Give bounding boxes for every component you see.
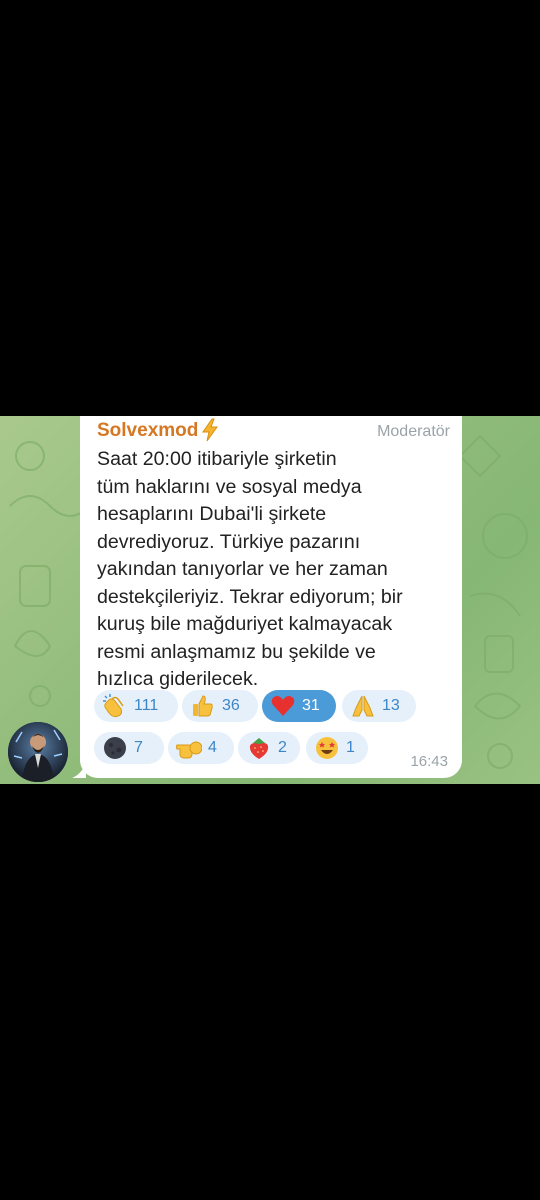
clapping-hands-icon <box>103 694 124 718</box>
folded-hands-icon <box>352 695 374 717</box>
message-bubble[interactable]: Solvexmod Moderatör Saat 20:00 itibariyl… <box>80 416 462 778</box>
reaction-clapping[interactable]: 111 <box>94 690 178 722</box>
lightning-bolt-icon <box>202 418 218 442</box>
reaction-folded-hands[interactable]: 13 <box>342 690 416 722</box>
message-text: Saat 20:00 itibariyle şirketin tüm hakla… <box>97 446 457 694</box>
message-line: resmi anlaşmamız bu şekilde ve <box>97 640 376 663</box>
message-line: devrediyoruz. Türkiye pazarını <box>97 530 361 553</box>
star-struck-icon <box>316 737 338 759</box>
reaction-count: 7 <box>134 739 143 756</box>
message-line: hesaplarını Dubai'li şirkete <box>97 503 327 525</box>
message-line: tüm haklarını ve sosyal medya <box>97 475 362 498</box>
message-line: destekçileriyiz. Tekrar ediyorum; bir <box>97 585 403 608</box>
message-timestamp: 16:43 <box>410 753 448 770</box>
sender-avatar[interactable] <box>8 722 68 782</box>
reaction-new-moon-face[interactable]: 7 <box>94 732 164 764</box>
reaction-pointing-hand[interactable]: 4 <box>168 732 234 764</box>
new-moon-face-icon <box>104 737 126 759</box>
reaction-strawberry[interactable]: 2 <box>238 732 300 764</box>
reaction-count: 31 <box>302 697 320 714</box>
avatar-image <box>8 722 68 782</box>
reaction-count: 13 <box>382 697 400 714</box>
message-line: kuruş bile mağduriyet kalmayacak <box>97 613 393 635</box>
reaction-count: 4 <box>208 739 217 756</box>
reaction-thumbs-up[interactable]: 36 <box>182 690 258 722</box>
red-heart-icon <box>271 696 295 716</box>
reaction-count: 111 <box>134 697 159 714</box>
message-line: hızlıca giderilecek. <box>97 668 259 690</box>
sender-role-badge: Moderatör <box>377 423 450 440</box>
message-line: yakından tanıyorlar ve her zaman <box>97 558 388 580</box>
chat-background: Solvexmod Moderatör Saat 20:00 itibariyl… <box>0 416 540 784</box>
reaction-count: 2 <box>278 739 287 756</box>
reaction-star-struck[interactable]: 1 <box>306 732 368 764</box>
strawberry-icon <box>249 738 269 759</box>
thumbs-up-icon <box>193 695 213 717</box>
reaction-count: 36 <box>222 697 240 714</box>
sender-name[interactable]: Solvexmod <box>97 420 198 442</box>
message-line: Saat 20:00 itibariyle şirketin <box>97 448 337 470</box>
pointing-hand-icon <box>176 741 202 759</box>
reaction-count: 1 <box>346 739 355 756</box>
reaction-heart-selected[interactable]: 31 <box>262 690 336 722</box>
